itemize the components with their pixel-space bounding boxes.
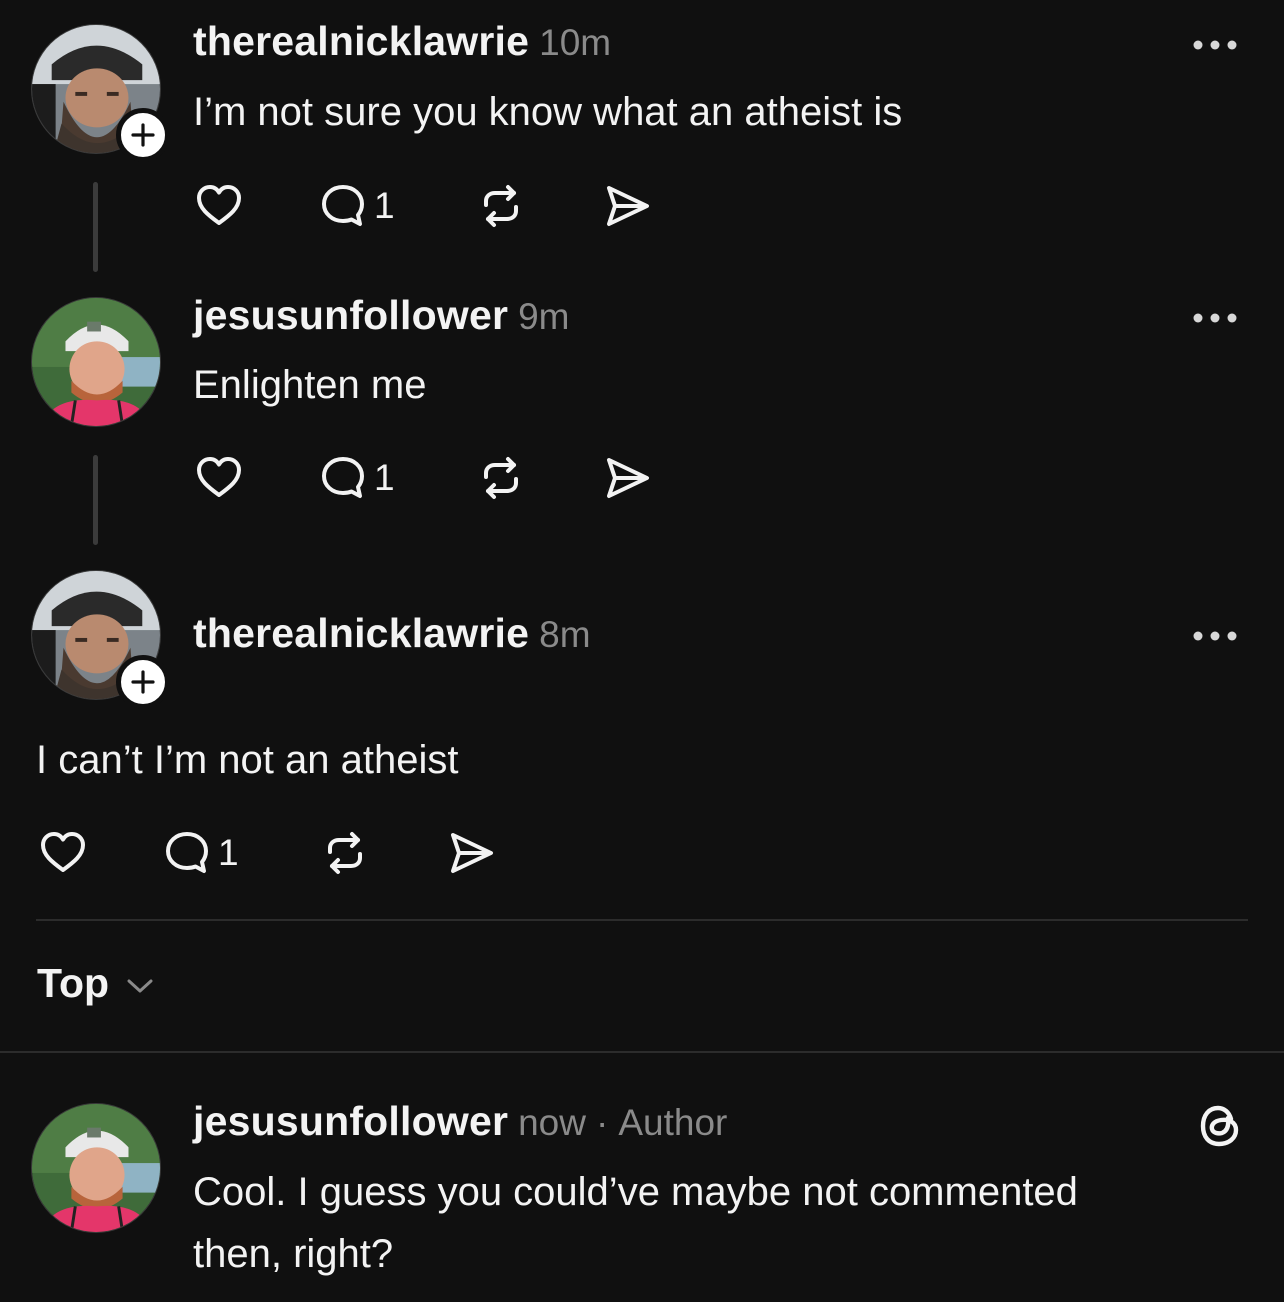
divider [36,919,1248,921]
repost-icon [474,451,528,505]
follow-plus-icon[interactable] [116,108,170,162]
avatar[interactable] [31,1103,161,1233]
sort-label: Top [37,960,110,1006]
timestamp: 10m [539,22,612,63]
speech-bubble-icon [160,826,214,880]
username[interactable]: jesusunfollower [193,292,508,338]
more-dots-icon[interactable] [1192,38,1238,50]
repost-icon [318,826,372,880]
heart-icon [36,826,90,880]
thread-line [93,182,98,272]
repost-button[interactable] [474,178,528,234]
reply-text-line-2: then, right? [193,1232,394,1276]
post-text: I’m not sure you know what an atheist is [193,90,903,134]
sort-dropdown[interactable]: Top [37,960,155,1007]
reply-button[interactable]: 1 [160,825,239,881]
reply-count: 1 [374,457,395,498]
heart-icon [192,179,246,233]
like-button[interactable] [192,178,246,234]
follow-plus-icon[interactable] [116,655,170,709]
paper-plane-icon [600,179,654,233]
username[interactable]: therealnicklawrie [193,18,529,64]
speech-bubble-icon [316,451,370,505]
repost-button[interactable] [318,825,372,881]
post-header: therealnicklawrie 8m [193,610,591,657]
reply-count: 1 [218,832,239,873]
chevron-down-icon [127,979,153,992]
like-button[interactable] [192,450,246,506]
more-dots-icon[interactable] [1192,311,1238,323]
reply-button[interactable]: 1 [316,450,395,506]
repost-button[interactable] [474,450,528,506]
like-button[interactable] [36,825,90,881]
avatar[interactable] [31,297,161,427]
share-button[interactable] [600,450,654,506]
timestamp: now [518,1102,586,1143]
more-dots-icon[interactable] [1192,629,1238,641]
username[interactable]: therealnicklawrie [193,610,529,656]
threads-logo-icon[interactable] [1196,1100,1244,1152]
reply-button[interactable]: 1 [316,178,395,234]
reply-count: 1 [374,185,395,226]
thread-line [93,455,98,545]
post-header: jesusunfollower 9m [193,292,570,339]
share-button[interactable] [600,178,654,234]
heart-icon [192,451,246,505]
paper-plane-icon [444,826,498,880]
post-text: Enlighten me [193,363,427,407]
separator: · [596,1102,609,1143]
post-header: therealnicklawrie 10m [193,18,611,65]
divider [0,1051,1284,1053]
action-bar: 1 [192,178,672,234]
action-bar: 1 [36,825,516,881]
post-header: jesusunfollower now · Author [193,1098,727,1145]
share-button[interactable] [444,825,498,881]
author-badge: Author [618,1102,728,1143]
reply-text-line-1: Cool. I guess you could’ve maybe not com… [193,1170,1078,1214]
username[interactable]: jesusunfollower [193,1098,508,1144]
timestamp: 9m [518,296,570,337]
speech-bubble-icon [316,179,370,233]
timestamp: 8m [539,614,591,655]
action-bar: 1 [192,450,672,506]
post-text: I can’t I’m not an atheist [36,738,459,782]
repost-icon [474,179,528,233]
paper-plane-icon [600,451,654,505]
